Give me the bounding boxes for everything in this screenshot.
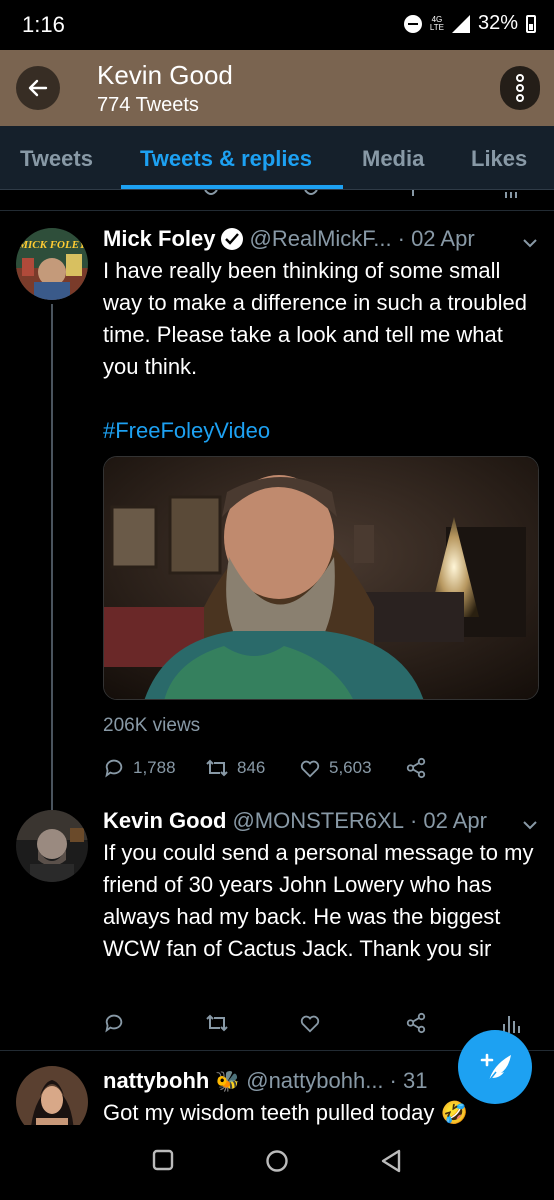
tweet-actions: 1,788 846 5,603 [103,753,533,783]
avatar-kevin-good[interactable] [16,810,88,882]
chevron-down-icon[interactable] [522,232,538,253]
tweet-text: I have really been thinking of some smal… [103,258,527,379]
nattybohh-avatar-image [16,1066,88,1125]
battery-icon [526,14,536,33]
recent-apps-icon[interactable] [152,1149,174,1171]
status-icons: 4G LTE 32% [403,12,536,35]
mick-foley-avatar-image: MICK FOLEY [16,228,88,300]
tweet-feed[interactable]: MICK FOLEY Mick Foley @RealMickF... · 02… [0,190,554,1125]
retweet-icon [206,1014,228,1032]
tweet-header: nattybohh 🐝 @nattybohh... · 31 [103,1068,427,1094]
kevin-good-avatar-image [16,810,88,882]
like-button[interactable] [299,1012,405,1034]
arrow-left-icon [28,79,48,97]
tab-tweets-and-replies[interactable]: Tweets & replies [140,146,312,172]
thread-connector [51,304,53,816]
tweet-video[interactable] [103,456,539,700]
system-navigation-bar [0,1125,554,1200]
tweet-text: Got my wisdom teeth pulled today 🤣 [103,1100,468,1125]
tweet-date: · 31 [389,1068,428,1093]
network-lte: LTE [429,22,444,32]
avatar-nattybohh[interactable] [16,1066,88,1125]
tweet-date: · 02 Apr [397,226,475,251]
divider [0,210,554,211]
verified-badge-icon [221,228,244,250]
reply-button[interactable]: 1,788 [103,757,205,779]
tweet-header: Kevin Good @MONSTER6XL · 02 Apr [103,808,487,834]
author-name[interactable]: nattybohh [103,1068,209,1094]
author-name[interactable]: Mick Foley [103,226,215,252]
avatar-mick-foley[interactable]: MICK FOLEY [16,228,88,300]
signal-icon [451,14,470,33]
view-count: 206K views [103,715,201,736]
reply-icon [105,1014,123,1033]
share-button[interactable] [405,757,427,779]
retweet-icon [206,759,228,777]
retweet-button[interactable] [205,1012,299,1034]
tab-tweets[interactable]: Tweets [20,146,93,172]
author-handle[interactable]: @MONSTER6XL [232,808,403,834]
previous-action-icons [204,190,517,198]
reply-button[interactable] [103,1012,205,1034]
vertical-dots-icon [516,74,524,102]
active-tab-indicator [121,185,343,189]
previous-tweet-actions [0,190,554,204]
author-handle[interactable]: @RealMickF... [249,226,391,252]
quill-plus-icon [480,1053,511,1083]
profile-tabs: Tweets Tweets & replies Media Likes [0,126,554,190]
profile-name: Kevin Good [97,60,233,90]
tweet-text: If you could send a personal message to … [103,840,534,961]
video-thumbnail [104,457,538,699]
compose-tweet-button[interactable] [458,1030,532,1104]
share-icon [406,757,426,779]
tweet-date: · 02 Apr [409,808,487,833]
heart-icon [300,760,320,778]
status-bar: 1:16 4G LTE 32% [0,0,554,50]
like-count: 5,603 [329,758,372,777]
author-name[interactable]: Kevin Good [103,808,226,834]
reply-icon [105,759,123,778]
back-nav-icon[interactable] [380,1149,402,1173]
tab-likes[interactable]: Likes [471,146,527,172]
home-icon[interactable] [265,1149,289,1173]
heart-icon [300,1015,320,1033]
overflow-menu-button[interactable] [500,66,540,110]
status-time: 1:16 [22,12,65,37]
tweet-count: 774 Tweets [97,94,199,116]
like-button[interactable]: 5,603 [299,757,405,779]
network-type: 4G LTE [429,15,444,32]
avatar-logo-text: MICK FOLEY [17,239,87,251]
battery-percent: 32% [477,12,518,34]
share-icon [406,1012,426,1034]
profile-header: Kevin Good 774 Tweets [0,50,554,126]
author-handle[interactable]: @nattybohh... [246,1068,383,1094]
retweet-button[interactable]: 846 [205,757,299,779]
back-button[interactable] [16,66,60,110]
hashtag-link[interactable]: #FreeFoleyVideo [103,418,270,444]
reply-count: 1,788 [133,758,176,777]
chevron-down-icon[interactable] [522,814,538,835]
tweet-actions [103,1008,533,1038]
retweet-count: 846 [237,758,266,777]
tweet-header: Mick Foley @RealMickF... · 02 Apr [103,226,475,252]
do-not-disturb-icon [403,14,422,33]
bee-emoji-icon: 🐝 [215,1070,241,1093]
tab-media[interactable]: Media [362,146,424,172]
